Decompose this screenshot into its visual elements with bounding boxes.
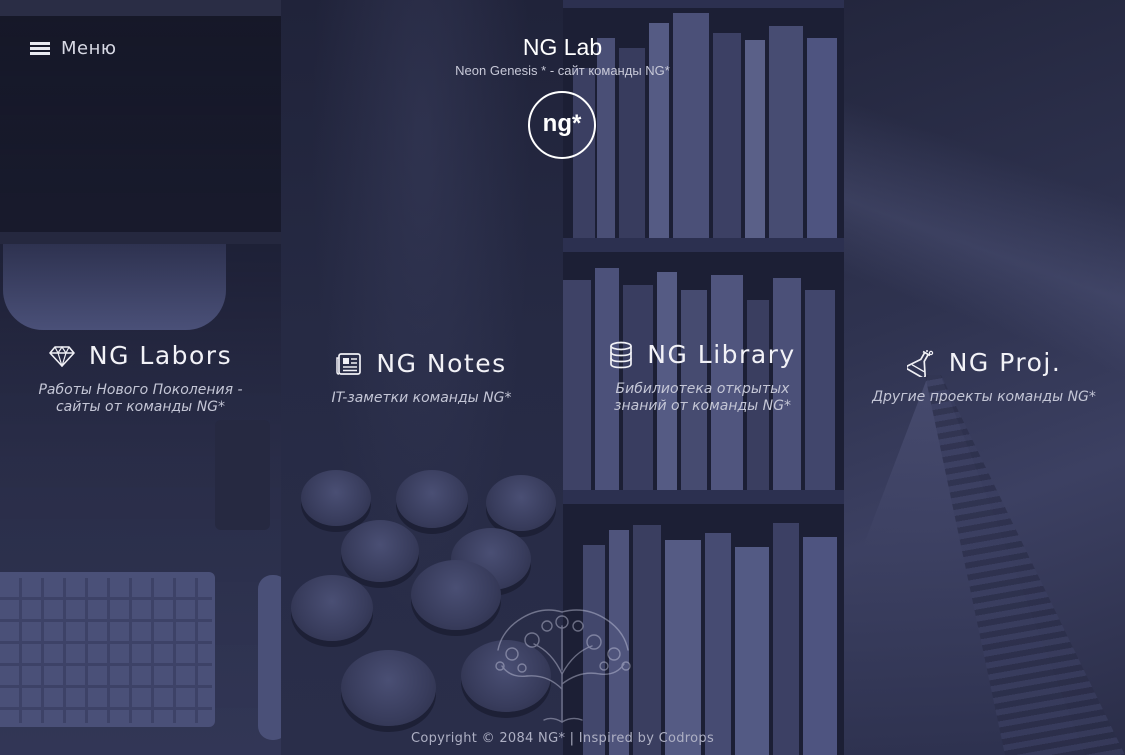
section-title: NG Proj.	[948, 348, 1062, 377]
flask-icon	[906, 349, 935, 377]
section-title: NG Labors	[88, 341, 233, 370]
section-title: NG Notes	[376, 349, 507, 378]
shelf	[562, 0, 844, 8]
phone-shape	[215, 420, 270, 530]
keyboard-keys	[0, 578, 212, 723]
typewriter-key	[486, 475, 557, 531]
monitor-bottom	[0, 232, 282, 244]
typewriter-key	[341, 520, 420, 582]
section-title: NG Library	[647, 340, 796, 369]
section-description: Бибилиотека открытых знаний от команды N…	[614, 381, 791, 414]
section-description: Другие проекты команды NG*	[872, 389, 1096, 405]
logo-text: ng*	[542, 110, 582, 137]
shelf	[562, 238, 844, 252]
site-header: NG Lab Neon Genesis * - сайт команды NG*	[0, 33, 1125, 78]
section-notes[interactable]: NG Notes IT-заметки команды NG*	[281, 349, 562, 407]
section-description: Работы Нового Поколения - сайты от коман…	[38, 382, 243, 415]
mouse-shape	[258, 575, 282, 740]
typewriter-key	[291, 575, 374, 641]
diamond-icon	[49, 345, 75, 367]
section-labors[interactable]: NG Labors Работы Нового Поколения - сайт…	[0, 341, 281, 416]
typewriter-key	[301, 470, 372, 526]
shelf	[562, 490, 844, 504]
section-description: IT-заметки команды NG*	[331, 390, 512, 406]
tree-icon	[492, 604, 634, 728]
typewriter-key	[341, 650, 437, 726]
site-subtitle: Neon Genesis * - сайт команды NG*	[455, 63, 670, 78]
typewriter-key	[396, 470, 469, 528]
monitor-bezel	[0, 0, 282, 16]
site-title: NG Lab	[522, 34, 603, 60]
section-library[interactable]: NG Library Бибилиотека открытых знаний о…	[562, 340, 843, 415]
logo[interactable]: ng*	[528, 91, 596, 159]
typewriter-key	[411, 560, 502, 630]
database-icon	[609, 341, 633, 369]
section-projects[interactable]: NG Proj. Другие проекты команды NG*	[843, 348, 1125, 406]
footer-copyright: Copyright © 2084 NG* | Inspired by Codro…	[410, 731, 715, 746]
monitor-stand	[3, 244, 226, 330]
newspaper-icon	[336, 352, 362, 376]
